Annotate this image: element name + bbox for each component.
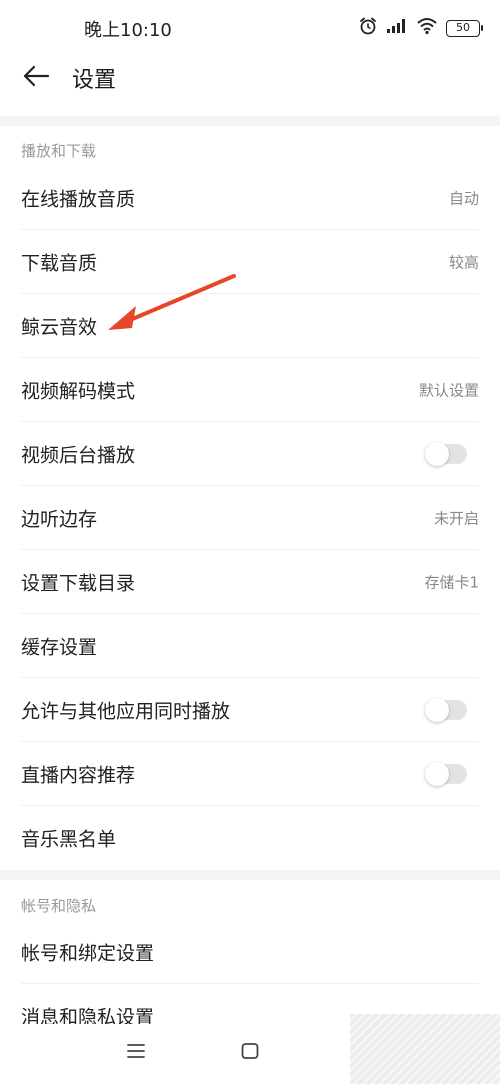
setting-live-recommendation: 直播内容推荐: [0, 742, 500, 806]
row-label: 视频后台播放: [21, 444, 136, 467]
row-label: 直播内容推荐: [21, 764, 136, 787]
live-recommend-toggle[interactable]: [425, 762, 467, 786]
section-label-playback: 播放和下载: [21, 142, 97, 160]
row-label: 下载音质: [21, 252, 98, 275]
mix-playback-toggle[interactable]: [425, 698, 467, 722]
section-divider: [0, 116, 500, 126]
row-value: 未开启: [433, 509, 479, 528]
status-bar: 晚上10:10 50: [0, 0, 500, 56]
row-label: 帐号和绑定设置: [21, 942, 155, 965]
row-label: 在线播放音质: [21, 188, 136, 211]
menu-button[interactable]: [121, 1040, 151, 1066]
setting-music-blacklist[interactable]: 音乐黑名单: [0, 806, 500, 870]
home-button[interactable]: [235, 1040, 265, 1066]
row-label: 视频解码模式: [21, 380, 136, 403]
toggle-knob: [425, 762, 449, 786]
setting-download-directory[interactable]: 设置下载目录 存储卡1: [0, 550, 500, 614]
wifi-icon: [416, 17, 438, 39]
setting-video-background-play: 视频后台播放: [0, 422, 500, 486]
setting-download-quality[interactable]: 下载音质 较高: [0, 230, 500, 294]
row-label: 鲸云音效: [21, 316, 98, 339]
watermark: [350, 1014, 500, 1084]
battery-icon: 50: [446, 19, 483, 37]
row-value: 较高: [448, 253, 479, 272]
row-value: 默认设置: [418, 381, 479, 400]
row-value: 存储卡1: [424, 573, 479, 592]
toggle-knob: [425, 442, 449, 466]
video-background-toggle[interactable]: [425, 442, 467, 466]
alarm-icon: [358, 16, 378, 40]
back-arrow-icon: [22, 64, 50, 92]
row-label: 允许与其他应用同时播放: [21, 700, 231, 723]
system-nav-bar: [0, 1014, 500, 1084]
menu-icon: [126, 1043, 146, 1063]
row-label: 音乐黑名单: [21, 828, 117, 851]
status-time: 晚上10:10: [84, 20, 172, 41]
setting-mix-with-other-apps: 允许与其他应用同时播放: [0, 678, 500, 742]
row-label: 缓存设置: [21, 636, 98, 659]
row-label: 设置下载目录: [21, 572, 136, 595]
row-value: 自动: [448, 189, 479, 208]
home-icon: [240, 1042, 260, 1064]
setting-whale-sound-effect[interactable]: 鲸云音效: [0, 294, 500, 358]
row-label: 边听边存: [21, 508, 98, 531]
status-icons: 50: [358, 16, 483, 40]
signal-icon: [386, 18, 408, 38]
setting-online-quality[interactable]: 在线播放音质 自动: [0, 166, 500, 230]
section-label-account: 帐号和隐私: [21, 897, 97, 915]
setting-listen-and-save[interactable]: 边听边存 未开启: [0, 486, 500, 550]
toggle-knob: [425, 698, 449, 722]
back-button[interactable]: [14, 60, 58, 96]
setting-video-decode-mode[interactable]: 视频解码模式 默认设置: [0, 358, 500, 422]
setting-cache[interactable]: 缓存设置: [0, 614, 500, 678]
page-title: 设置: [72, 68, 117, 93]
page-header: 设置: [0, 56, 500, 116]
setting-account-binding[interactable]: 帐号和绑定设置: [0, 920, 500, 984]
section-divider: [0, 870, 500, 880]
